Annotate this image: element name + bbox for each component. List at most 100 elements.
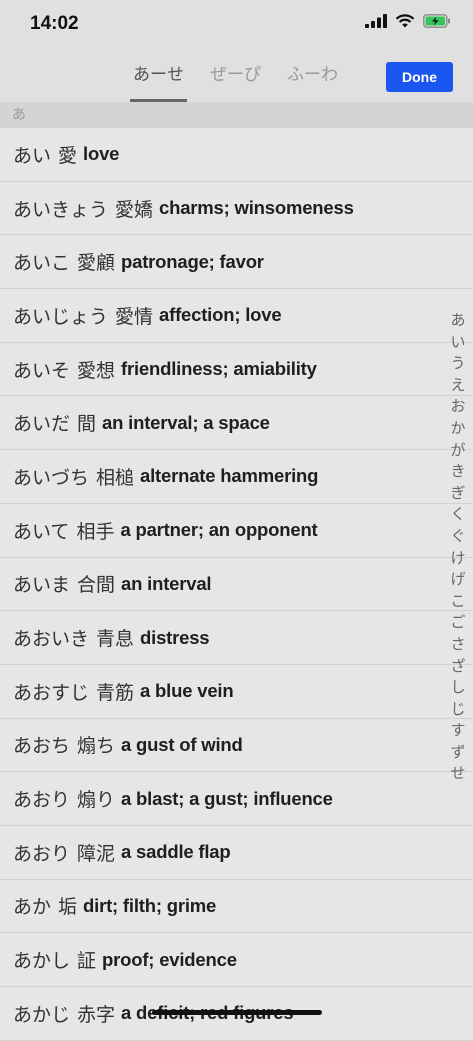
entry-kanji: 煽ち [77, 735, 116, 758]
index-letter[interactable]: あ [450, 310, 465, 332]
index-letter[interactable]: け [450, 548, 465, 570]
entry-definition: affection; love [159, 304, 282, 326]
entry-kanji: 愛顧 [77, 252, 116, 275]
battery-charging-icon [423, 14, 450, 28]
entry-kanji: 愛想 [77, 359, 116, 382]
index-letter[interactable]: く [450, 504, 465, 526]
entry-definition: an interval [121, 572, 212, 594]
status-time: 14:02 [30, 13, 79, 34]
list-item[interactable]: あおすじ 青筋 a blue vein [0, 665, 473, 719]
entry-definition: dirt; filth; grime [83, 894, 217, 916]
list-item[interactable]: あいづち 相槌 alternate hammering [0, 450, 473, 504]
entry-definition: a gust of wind [121, 733, 243, 755]
index-letter[interactable]: か [450, 418, 465, 440]
entry-definition: a blast; a gust; influence [121, 787, 333, 809]
entry-kana: あかし [13, 950, 71, 973]
index-letter[interactable]: す [450, 720, 465, 742]
index-letter[interactable]: ぎ [450, 483, 465, 505]
entry-kana: あおいき [13, 628, 90, 651]
entry-kana: あおすじ [13, 681, 90, 704]
home-indicator [152, 1010, 322, 1015]
entry-kanji: 煽り [77, 789, 116, 812]
entry-definition: proof; evidence [102, 948, 237, 970]
index-letter[interactable]: じ [450, 699, 465, 721]
entry-kanji: 愛嬌 [115, 198, 154, 221]
entry-list: あい愛 love あいきょう 愛嬌 charms; winsomeness あいこ 愛顧 pa… [0, 128, 473, 1041]
index-letter[interactable]: お [450, 396, 465, 418]
entry-kanji: 証 [77, 950, 97, 973]
entry-kanji: 赤字 [77, 1003, 116, 1026]
entry-kana: あおち [13, 735, 71, 758]
entry-kanji: 青筋 [96, 681, 135, 704]
list-item[interactable]: あいま 合間 an interval [0, 558, 473, 612]
entry-kanji: 合間 [77, 574, 116, 597]
list-item[interactable]: あい愛 love [0, 128, 473, 182]
entry-kana: あか [13, 896, 52, 919]
list-item[interactable]: あかし証 proof; evidence [0, 933, 473, 987]
list-item[interactable]: あいきょう 愛嬌 charms; winsomeness [0, 182, 473, 236]
tab-a-se[interactable]: あーせ [130, 52, 187, 102]
list-item[interactable]: あか垢 dirt; filth; grime [0, 880, 473, 934]
entry-kana: あいて [13, 520, 70, 543]
list-item[interactable]: あいて 相手 a partner; an opponent [0, 504, 473, 558]
entry-kanji: 愛情 [115, 305, 154, 328]
index-letter[interactable]: ざ [450, 656, 465, 678]
list-item[interactable]: あいこ 愛顧 patronage; favor [0, 235, 473, 290]
index-letter[interactable]: せ [450, 763, 465, 785]
entry-kana: あいづち [13, 466, 90, 489]
entry-definition: a saddle flap [121, 841, 231, 863]
entry-kana: あかじ [13, 1003, 71, 1026]
index-letter[interactable]: ず [450, 742, 465, 764]
entry-kana: あおり [13, 789, 71, 812]
list-item[interactable]: あいだ間 an interval; a space [0, 396, 473, 451]
entry-kanji: 愛 [58, 144, 78, 167]
index-letter[interactable]: さ [450, 634, 465, 656]
entry-definition: distress [140, 626, 210, 648]
list-item[interactable]: あいそ 愛想 friendliness; amiability [0, 343, 473, 397]
tab-fu-wa[interactable]: ふーわ [284, 52, 341, 102]
section-header: あ [0, 102, 473, 128]
entry-kana: あおり [13, 842, 71, 865]
index-letter[interactable]: う [450, 353, 465, 375]
index-letter[interactable]: い [450, 332, 465, 354]
entry-kana: あいだ [13, 413, 71, 436]
entry-definition: a blue vein [140, 680, 234, 702]
entry-kana: あいま [13, 574, 71, 597]
entry-kana: あいじょう [13, 305, 109, 328]
entry-kanji: 相手 [76, 520, 115, 543]
tab-bar: あーせ ぜーぴ ふーわ [130, 52, 341, 102]
entry-kanji: 間 [77, 413, 97, 436]
index-letter[interactable]: が [450, 440, 465, 462]
list-item[interactable]: あおり 障泥 a saddle flap [0, 826, 473, 880]
entry-definition: patronage; favor [121, 250, 264, 272]
entry-definition: alternate hammering [140, 465, 319, 487]
signal-icon [365, 14, 387, 28]
entry-definition: an interval; a space [102, 411, 270, 433]
list-item[interactable]: あおいき 青息 distress [0, 611, 473, 665]
entry-kana: あいこ [13, 252, 71, 275]
index-bar[interactable]: あいうえおかがきぎくぐけげこごさざしじすずせ [447, 310, 469, 785]
index-letter[interactable]: え [450, 375, 465, 397]
list-item[interactable]: あおち 煽ち a gust of wind [0, 719, 473, 773]
entry-definition: love [83, 143, 120, 165]
entry-kanji: 相槌 [96, 466, 135, 489]
wifi-icon [395, 14, 415, 28]
tab-ze-pi[interactable]: ぜーぴ [207, 52, 264, 102]
entry-kana: あいきょう [13, 198, 109, 221]
index-letter[interactable]: ご [450, 612, 465, 634]
entry-definition: a partner; an opponent [120, 519, 318, 541]
index-letter[interactable]: し [450, 677, 465, 699]
done-button[interactable]: Done [386, 62, 453, 92]
index-letter[interactable]: き [450, 461, 465, 483]
entry-definition: friendliness; amiability [121, 358, 317, 380]
entry-definition: charms; winsomeness [159, 197, 354, 219]
index-letter[interactable]: げ [450, 569, 465, 591]
index-letter[interactable]: こ [450, 591, 465, 613]
entry-kana: あいそ [13, 359, 71, 382]
list-item[interactable]: あいじょう 愛情 affection; love [0, 289, 473, 343]
nav-bar: あーせ ぜーぴ ふーわ Done [0, 52, 473, 103]
index-letter[interactable]: ぐ [450, 526, 465, 548]
status-icons [365, 14, 451, 28]
entry-kanji: 障泥 [77, 842, 116, 865]
list-item[interactable]: あおり 煽り a blast; a gust; influence [0, 772, 473, 826]
